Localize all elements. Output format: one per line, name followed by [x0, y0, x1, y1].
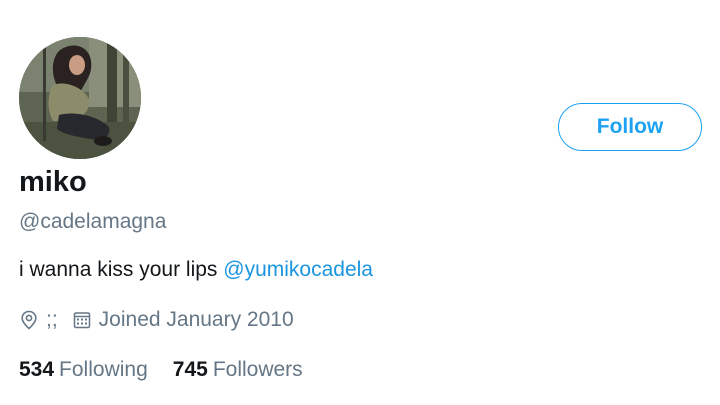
- profile-meta: ;; Joined January 2010: [19, 306, 294, 334]
- followers-stat[interactable]: 745 Followers: [173, 358, 303, 382]
- followers-count: 745: [172, 358, 208, 381]
- display-name: miko: [19, 166, 87, 198]
- location-pin-icon: [19, 310, 39, 330]
- avatar[interactable]: [19, 37, 141, 159]
- following-stat[interactable]: 534 Following: [19, 358, 148, 382]
- bio-mention-link[interactable]: @yumikocadela: [223, 258, 373, 281]
- followers-label: Followers: [212, 358, 303, 381]
- calendar-icon: [72, 310, 92, 330]
- following-label: Following: [59, 358, 148, 381]
- bio: i wanna kiss your lips @yumikocadela: [19, 256, 373, 284]
- follow-stats: 534 Following 745 Followers: [19, 356, 303, 384]
- follow-button[interactable]: Follow: [558, 103, 702, 151]
- location-text: ;;: [46, 308, 58, 331]
- bio-text: i wanna kiss your lips: [19, 258, 224, 281]
- joined-date: Joined January 2010: [98, 308, 294, 331]
- handle: @cadelamagna: [19, 210, 167, 233]
- following-count: 534: [19, 358, 55, 381]
